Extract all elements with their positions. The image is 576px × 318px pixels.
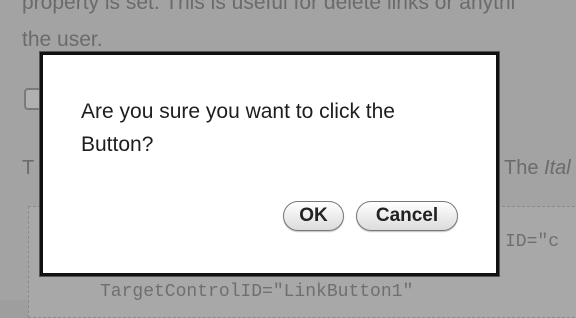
confirm-dialog: Are you sure you want to click the Butto… — [40, 52, 499, 276]
dialog-message: Are you sure you want to click the Butto… — [81, 100, 395, 156]
background-text: The Ital — [504, 157, 571, 180]
code-text: ID="c — [505, 232, 560, 252]
background-text-plain: The — [504, 157, 545, 179]
ok-button[interactable]: OK — [283, 201, 344, 231]
background-text-italic: Ital — [544, 157, 571, 179]
background-text-line: the user. — [22, 28, 103, 51]
code-text: TargetControlID="LinkButton1" — [100, 282, 414, 302]
background-text-line: property is set. This is useful for dele… — [22, 0, 516, 14]
background-text: T — [22, 157, 35, 179]
cancel-button[interactable]: Cancel — [356, 201, 458, 231]
